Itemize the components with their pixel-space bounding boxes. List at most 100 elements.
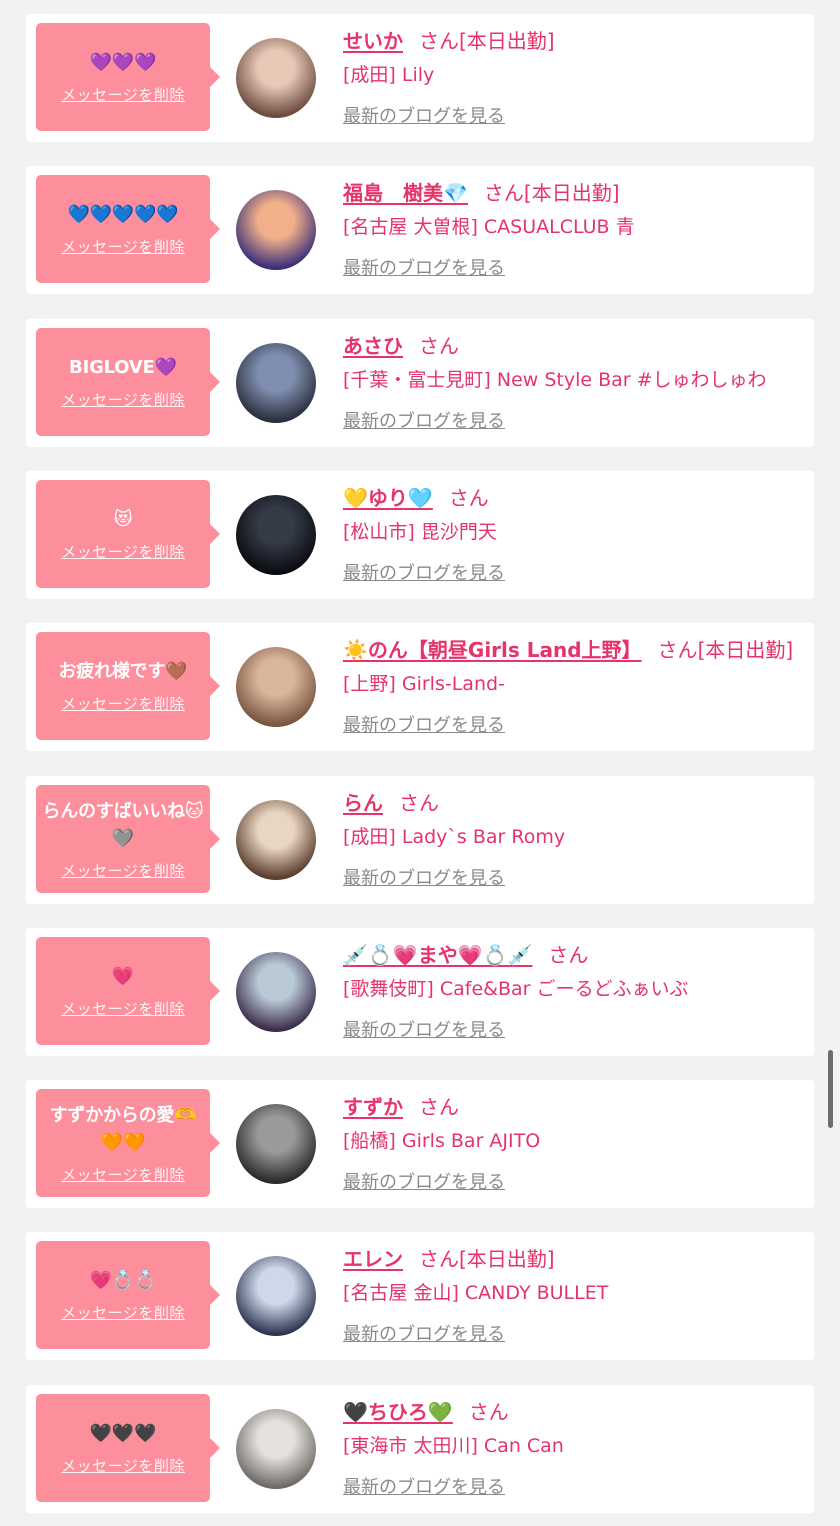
delete-message-link[interactable]: メッセージを削除	[61, 84, 185, 105]
list-item: BIGLOVE💜 メッセージを削除 あさひ さん [千葉・富士見町] New St…	[26, 319, 814, 447]
name-line: らん さん	[343, 790, 803, 816]
latest-blog-link[interactable]: 最新のブログを見る	[343, 559, 505, 585]
cast-name-link[interactable]: 💉💍💗まや💗💍💉	[343, 943, 532, 967]
message-bubble: すずかからの愛🫶🧡🧡 メッセージを削除	[36, 1089, 220, 1197]
avatar[interactable]	[236, 1256, 316, 1336]
name-line: ☀️のん【朝昼Girls Land上野】 さん[本日出勤]	[343, 637, 803, 663]
profile-info: 💉💍💗まや💗💍💉 さん [歌舞伎町] Cafe&Bar ごーるどふぁいぶ 最新のブ…	[343, 942, 803, 1042]
latest-blog-link[interactable]: 最新のブログを見る	[343, 1016, 505, 1042]
shop-text: [名古屋 大曽根] CASUALCLUB 青	[343, 216, 635, 238]
status-badge: [本日出勤]	[459, 1247, 555, 1271]
list-item: すずかからの愛🫶🧡🧡 メッセージを削除 すずか さん [船橋] Girls Bar…	[26, 1080, 814, 1208]
delete-message-link[interactable]: メッセージを削除	[61, 1164, 185, 1185]
name-line: 福島 樹美💎 さん[本日出勤]	[343, 180, 803, 206]
latest-blog-link[interactable]: 最新のブログを見る	[343, 711, 505, 737]
latest-blog-link[interactable]: 最新のブログを見る	[343, 254, 505, 280]
cast-name-link[interactable]: 💛ゆり🩵	[343, 486, 433, 510]
cast-name-link[interactable]: 福島 樹美💎	[343, 181, 468, 205]
profile-info: ☀️のん【朝昼Girls Land上野】 さん[本日出勤] [上野] Girls-…	[343, 637, 803, 737]
message-bubble: お疲れ様です🤎 メッセージを削除	[36, 632, 220, 740]
latest-blog-link[interactable]: 最新のブログを見る	[343, 864, 505, 890]
avatar[interactable]	[236, 952, 316, 1032]
list-item: らんのすばいいね🐱🩶 メッセージを削除 らん さん [成田] Lady`s Bar…	[26, 776, 814, 904]
delete-message-link[interactable]: メッセージを削除	[61, 860, 185, 881]
delete-message-link[interactable]: メッセージを削除	[61, 1455, 185, 1476]
honorific: さん	[448, 486, 489, 510]
delete-message-link[interactable]: メッセージを削除	[61, 236, 185, 257]
profile-info: あさひ さん [千葉・富士見町] New Style Bar #しゅわしゅわ 最新…	[343, 333, 803, 433]
shop-text: [上野] Girls-Land-	[343, 673, 505, 695]
latest-blog-link[interactable]: 最新のブログを見る	[343, 1473, 505, 1499]
scrollbar[interactable]	[828, 1050, 833, 1128]
shop-text: [成田] Lily	[343, 64, 435, 86]
profile-info: 💛ゆり🩵 さん [松山市] 毘沙門天 最新のブログを見る	[343, 485, 803, 585]
avatar[interactable]	[236, 1409, 316, 1489]
name-line: 🖤ちひろ💚 さん	[343, 1399, 803, 1425]
message-bubble: らんのすばいいね🐱🩶 メッセージを削除	[36, 785, 220, 893]
message-text: らんのすばいいね🐱🩶	[42, 800, 204, 849]
latest-blog-link[interactable]: 最新のブログを見る	[343, 102, 505, 128]
delete-message-link[interactable]: メッセージを削除	[61, 1302, 185, 1323]
name-line: せいか さん[本日出勤]	[343, 28, 803, 54]
avatar[interactable]	[236, 190, 316, 270]
delete-message-link[interactable]: メッセージを削除	[61, 541, 185, 562]
list-item: お疲れ様です🤎 メッセージを削除 ☀️のん【朝昼Girls Land上野】 さん[…	[26, 623, 814, 751]
list-item: 🖤🖤🖤 メッセージを削除 🖤ちひろ💚 さん [東海市 太田川] Can Can 最…	[26, 1385, 814, 1513]
shop-text: [歌舞伎町] Cafe&Bar ごーるどふぁいぶ	[343, 978, 689, 1000]
profile-info: エレン さん[本日出勤] [名古屋 金山] CANDY BULLET 最新のブログ…	[343, 1246, 803, 1346]
name-line: すずか さん	[343, 1094, 803, 1120]
honorific: さん	[419, 29, 459, 53]
honorific: さん	[399, 791, 439, 815]
latest-blog-link[interactable]: 最新のブログを見る	[343, 407, 505, 433]
honorific: さん	[483, 181, 524, 205]
avatar[interactable]	[236, 495, 316, 575]
list-item: 💙💙💙💙💙 メッセージを削除 福島 樹美💎 さん[本日出勤] [名古屋 大曽根] …	[26, 166, 814, 294]
profile-info: せいか さん[本日出勤] [成田] Lily 最新のブログを見る	[343, 28, 803, 128]
delete-message-link[interactable]: メッセージを削除	[61, 389, 185, 410]
latest-blog-link[interactable]: 最新のブログを見る	[343, 1320, 505, 1346]
honorific: さん	[548, 943, 589, 967]
message-bubble: 😻 メッセージを削除	[36, 480, 220, 588]
name-line: 💛ゆり🩵 さん	[343, 485, 803, 511]
list-item: 😻 メッセージを削除 💛ゆり🩵 さん [松山市] 毘沙門天 最新のブログを見る	[26, 471, 814, 599]
avatar[interactable]	[236, 1104, 316, 1184]
cast-name-link[interactable]: ☀️のん【朝昼Girls Land上野】	[343, 638, 642, 662]
status-badge: [本日出勤]	[697, 638, 794, 662]
honorific: さん	[657, 638, 698, 662]
shop-text: [船橋] Girls Bar AJITO	[343, 1130, 541, 1152]
avatar[interactable]	[236, 800, 316, 880]
cast-name-link[interactable]: らん	[343, 791, 383, 815]
message-bubble: 💙💙💙💙💙 メッセージを削除	[36, 175, 220, 283]
cast-name-link[interactable]: あさひ	[343, 334, 403, 358]
shop-text: [名古屋 金山] CANDY BULLET	[343, 1282, 609, 1304]
list-item: 💗💍💍 メッセージを削除 エレン さん[本日出勤] [名古屋 金山] CANDY …	[26, 1232, 814, 1360]
profile-info: 福島 樹美💎 さん[本日出勤] [名古屋 大曽根] CASUALCLUB 青 最新…	[343, 180, 803, 280]
honorific: さん	[468, 1400, 509, 1424]
shop-text: [千葉・富士見町] New Style Bar #しゅわしゅわ	[343, 369, 767, 391]
cast-name-link[interactable]: せいか	[343, 29, 403, 53]
shop-text: [東海市 太田川] Can Can	[343, 1435, 564, 1457]
honorific: さん	[419, 334, 459, 358]
cast-name-link[interactable]: エレン	[343, 1247, 403, 1271]
message-list: 💜💜💜 メッセージを削除 せいか さん[本日出勤] [成田] Lily 最新のブロ…	[0, 0, 840, 1526]
message-bubble: 💗💍💍 メッセージを削除	[36, 1241, 220, 1349]
status-badge: [本日出勤]	[523, 181, 620, 205]
message-text: 💙💙💙💙💙	[67, 204, 179, 225]
honorific: さん	[419, 1095, 459, 1119]
message-text: 😻	[113, 509, 133, 530]
avatar[interactable]	[236, 38, 316, 118]
latest-blog-link[interactable]: 最新のブログを見る	[343, 1168, 505, 1194]
avatar[interactable]	[236, 647, 316, 727]
message-text: 💜💜💜	[89, 52, 157, 73]
delete-message-link[interactable]: メッセージを削除	[61, 693, 185, 714]
profile-info: すずか さん [船橋] Girls Bar AJITO 最新のブログを見る	[343, 1094, 803, 1194]
name-line: エレン さん[本日出勤]	[343, 1246, 803, 1272]
profile-info: 🖤ちひろ💚 さん [東海市 太田川] Can Can 最新のブログを見る	[343, 1399, 803, 1499]
delete-message-link[interactable]: メッセージを削除	[61, 998, 185, 1019]
message-text: 🖤🖤🖤	[89, 1423, 157, 1444]
avatar[interactable]	[236, 343, 316, 423]
cast-name-link[interactable]: すずか	[343, 1095, 403, 1119]
cast-name-link[interactable]: 🖤ちひろ💚	[343, 1400, 453, 1424]
message-text: BIGLOVE💜	[69, 357, 177, 378]
name-line: 💉💍💗まや💗💍💉 さん	[343, 942, 803, 968]
